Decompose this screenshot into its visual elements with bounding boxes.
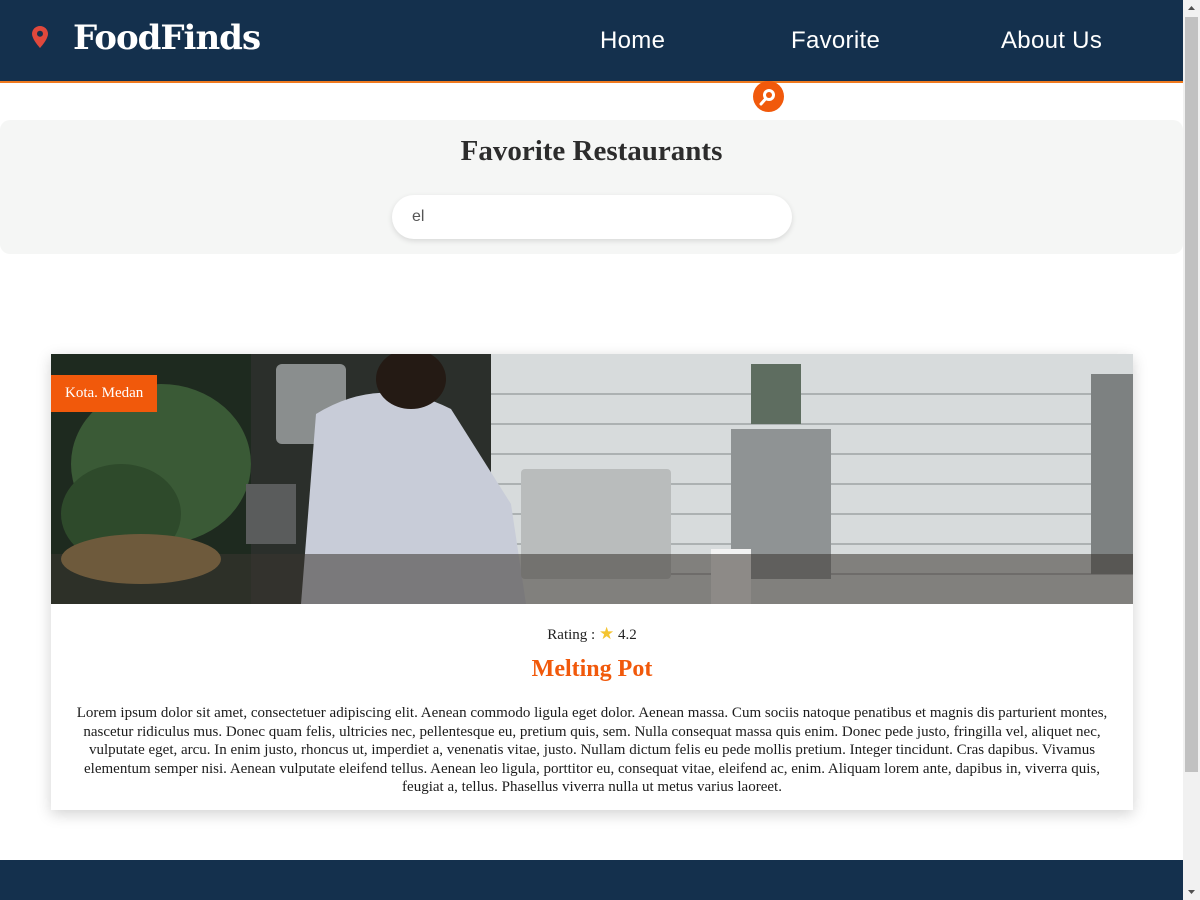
restaurant-name-link[interactable]: Melting Pot (51, 656, 1133, 683)
restaurant-image: Kota. Medan (51, 354, 1133, 604)
nav-about-link[interactable]: About Us (1001, 27, 1102, 55)
restaurant-card[interactable]: Kota. Medan Rating : ★ 4.2 Melting Pot L… (51, 354, 1133, 810)
scrollbar-thumb[interactable] (1185, 17, 1198, 772)
brand-name[interactable]: FoodFinds (73, 18, 261, 58)
page-scrollbar[interactable] (1183, 0, 1200, 900)
city-badge: Kota. Medan (51, 375, 158, 412)
search-box (392, 195, 792, 239)
map-pin-icon (32, 26, 48, 48)
nav-home-link[interactable]: Home (600, 27, 665, 55)
search-button[interactable] (753, 81, 784, 112)
app-footer (0, 860, 1183, 900)
star-icon: ★ (598, 624, 615, 643)
rating-value: 4.2 (617, 627, 637, 643)
rating: Rating : ★ 4.2 (51, 624, 1133, 644)
hero-section: Favorite Restaurants (0, 120, 1183, 254)
search-icon (759, 89, 775, 106)
restaurant-description: Lorem ipsum dolor sit amet, consectetuer… (76, 705, 1108, 795)
nav-favorite-link[interactable]: Favorite (791, 27, 880, 55)
app-header: FoodFinds Home Favorite About Us (0, 0, 1183, 83)
rating-label: Rating : (547, 627, 596, 643)
kitchen-photo (51, 354, 1133, 604)
scroll-up-arrow-icon[interactable] (1183, 0, 1200, 17)
page-title: Favorite Restaurants (460, 135, 723, 167)
scroll-down-arrow-icon[interactable] (1183, 883, 1200, 900)
search-input[interactable] (412, 206, 732, 228)
